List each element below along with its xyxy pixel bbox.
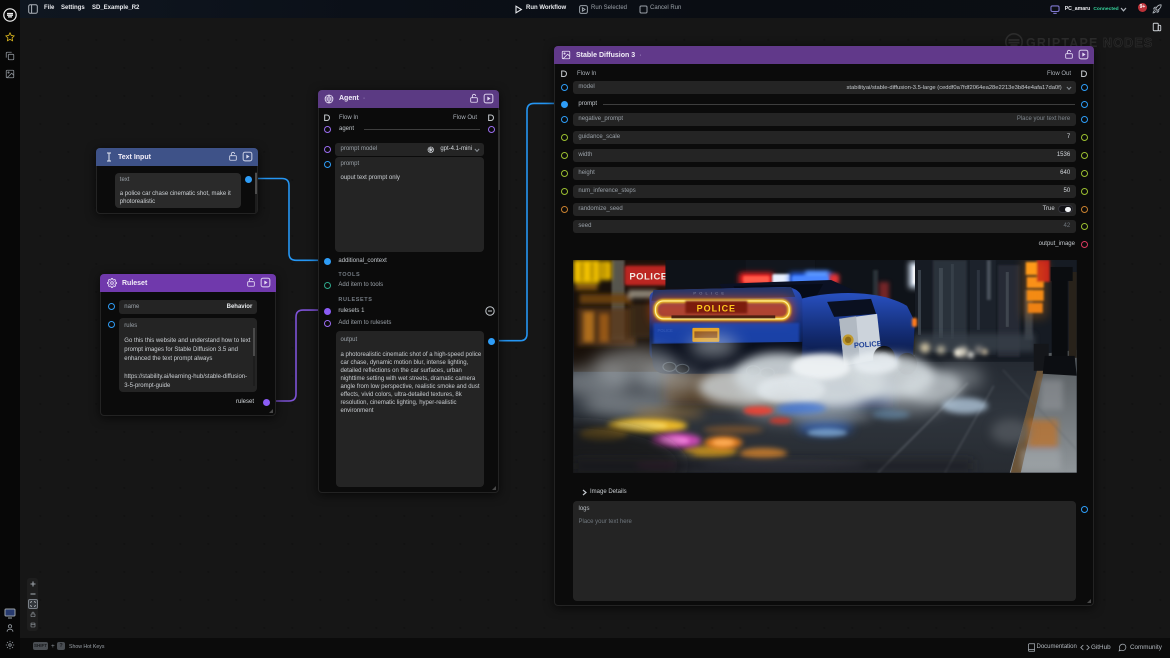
svg-text:POLICE: POLICE (696, 304, 735, 314)
svg-text:POLICE: POLICE (693, 291, 727, 296)
svg-text:POLICE: POLICE (629, 272, 667, 283)
